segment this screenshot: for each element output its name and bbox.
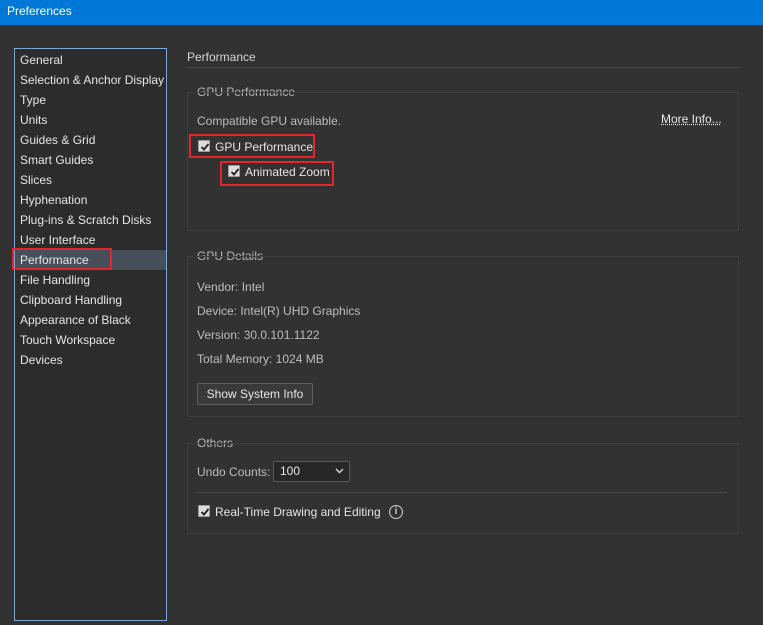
sidebar-item-label: Hyphenation [20,193,88,207]
title-divider [187,67,739,68]
gpu-version-text: Version: 30.0.101.1122 [197,328,320,342]
sidebar-item-label: Plug-ins & Scratch Disks [20,213,152,227]
sidebar-item-appearance-of-black[interactable]: Appearance of Black [15,310,166,330]
window-title: Preferences [7,4,72,18]
sidebar-item-selection-anchor-display[interactable]: Selection & Anchor Display [15,70,166,90]
undo-counts-label: Undo Counts: [197,465,271,479]
gpu-memory-text: Total Memory: 1024 MB [197,352,324,366]
gpu-status-text: Compatible GPU available. [197,114,342,128]
sidebar-item-devices[interactable]: Devices [15,350,166,370]
sidebar-item-label: Selection & Anchor Display [20,73,165,87]
animated-zoom-checkbox[interactable] [228,165,240,177]
gpu-performance-group [187,92,739,231]
sidebar-item-smart-guides[interactable]: Smart Guides [15,150,166,170]
preferences-sidebar: General Selection & Anchor Display Type … [14,48,167,621]
sidebar-item-slices[interactable]: Slices [15,170,166,190]
info-icon[interactable]: i [389,505,403,519]
show-system-info-button[interactable]: Show System Info [197,383,313,405]
sidebar-item-label: File Handling [20,273,91,287]
undo-counts-value: 100 [280,464,301,478]
sidebar-item-general[interactable]: General [15,50,166,70]
others-group [187,443,739,534]
sidebar-item-touch-workspace[interactable]: Touch Workspace [15,330,166,350]
sidebar-item-label: Slices [20,173,53,187]
checkmark-icon [230,168,240,176]
sidebar-item-plugins-scratch-disks[interactable]: Plug-ins & Scratch Disks [15,210,166,230]
sidebar-item-units[interactable]: Units [15,110,166,130]
sidebar-item-file-handling[interactable]: File Handling [15,270,166,290]
realtime-drawing-checkbox[interactable] [198,505,210,517]
others-divider [197,492,727,493]
checkmark-icon [200,143,210,151]
sidebar-item-clipboard-handling[interactable]: Clipboard Handling [15,290,166,310]
gpu-performance-checkbox[interactable] [198,140,210,152]
realtime-drawing-label[interactable]: Real-Time Drawing and Editing [215,505,381,519]
sidebar-item-label: Touch Workspace [20,333,116,347]
window-title-bar: Preferences [0,0,763,25]
sidebar-item-label: Performance [20,253,89,267]
undo-counts-select[interactable]: 100 [273,461,350,482]
checkmark-icon [200,508,210,516]
gpu-performance-checkbox-label[interactable]: GPU Performance [215,140,313,154]
more-info-link[interactable]: More Info... [661,112,722,126]
sidebar-item-label: Type [20,93,47,107]
sidebar-item-label: Units [20,113,48,127]
sidebar-item-label: Appearance of Black [20,313,131,327]
info-icon-glyph: i [394,506,398,517]
page-title: Performance [187,50,256,64]
chevron-down-icon [335,468,344,474]
sidebar-item-label: General [20,53,63,67]
sidebar-item-label: Clipboard Handling [20,293,123,307]
sidebar-item-hyphenation[interactable]: Hyphenation [15,190,166,210]
sidebar-item-guides-grid[interactable]: Guides & Grid [15,130,166,150]
sidebar-item-label: Smart Guides [20,153,94,167]
sidebar-item-user-interface[interactable]: User Interface [15,230,166,250]
sidebar-item-label: User Interface [20,233,96,247]
gpu-vendor-text: Vendor: Intel [197,280,265,294]
sidebar-item-type[interactable]: Type [15,90,166,110]
sidebar-item-label: Guides & Grid [20,133,96,147]
gpu-device-text: Device: Intel(R) UHD Graphics [197,304,361,318]
animated-zoom-checkbox-label[interactable]: Animated Zoom [245,165,330,179]
sidebar-item-label: Devices [20,353,63,367]
sidebar-item-performance[interactable]: Performance [15,250,166,270]
